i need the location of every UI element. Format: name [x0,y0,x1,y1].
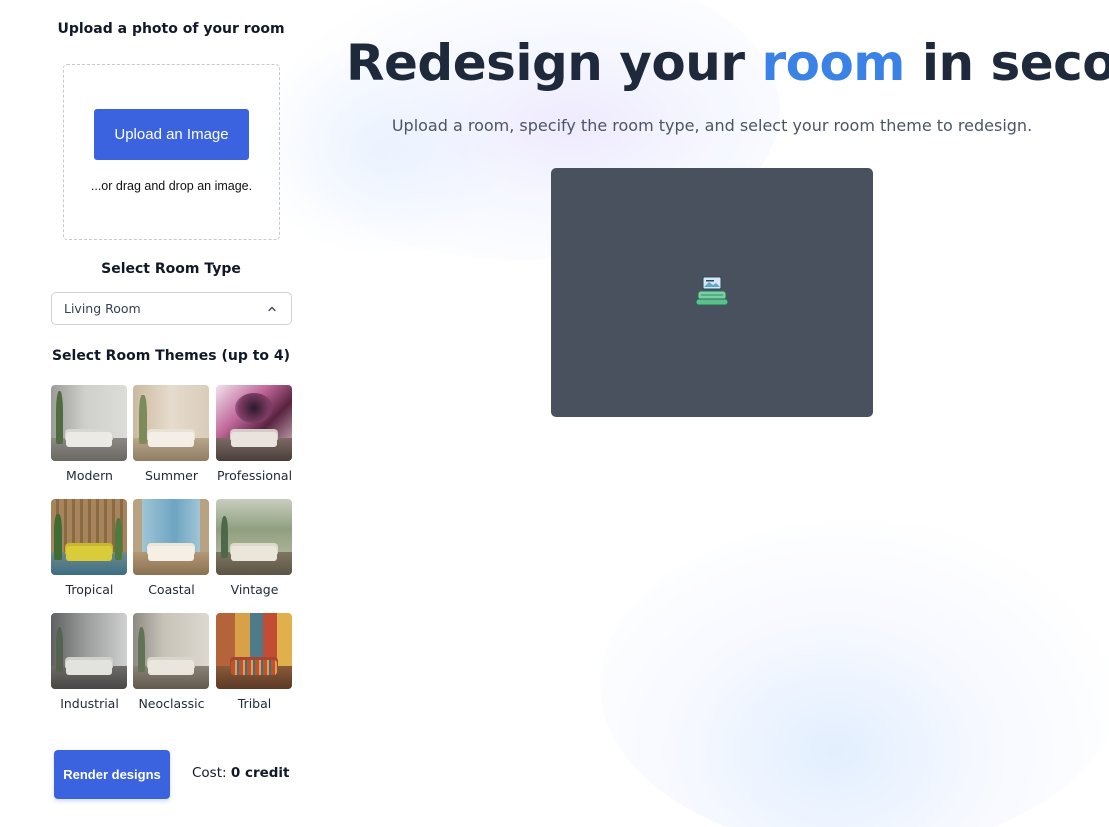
theme-tribal[interactable]: Tribal [216,613,293,713]
theme-industrial[interactable]: Industrial [51,613,128,713]
room-type-title: Select Room Type [101,261,241,277]
theme-coastal-image [133,499,209,575]
theme-modern[interactable]: Modern [51,385,128,485]
theme-vintage-image [216,499,292,575]
theme-tropical-image [51,499,127,575]
drag-drop-hint: ...or drag and drop an image. [90,179,253,193]
theme-modern-image [51,385,127,461]
image-dropzone[interactable]: Upload an Image ...or drag and drop an i… [63,64,280,240]
sidebar: Upload a photo of your room Upload an Im… [0,0,342,827]
theme-neoclassic[interactable]: Neoclassic [133,613,210,713]
image-placeholder-icon [695,276,729,306]
headline-part1: Redesign your [346,34,745,92]
chevron-up-icon [268,306,276,312]
theme-summer-image [133,385,209,461]
headline-part2: in seconds [921,34,1109,92]
page: Upload a photo of your room Upload an Im… [0,0,1109,827]
themes-title: Select Room Themes (up to 4) [51,348,291,364]
theme-professional[interactable]: Professional [216,385,293,485]
render-designs-button[interactable]: Render designs [54,750,170,799]
theme-label: Tribal [237,696,272,711]
cost-value: 0 credit [230,765,290,781]
image-preview [551,168,873,417]
cost-label: Cost: [192,765,227,781]
upload-image-button[interactable]: Upload an Image [94,109,249,160]
theme-tribal-image [216,613,292,689]
theme-label: Vintage [230,582,279,597]
theme-coastal[interactable]: Coastal [133,499,210,599]
page-title: Redesign your room in seconds [346,30,1109,96]
theme-professional-image [216,385,292,461]
themes-grid: Modern Summer Professional Tropical Coas… [51,385,293,715]
background-glow-bottom [600,520,1109,827]
theme-summer[interactable]: Summer [133,385,210,485]
theme-neoclassic-image [133,613,209,689]
page-subtitle: Upload a room, specify the room type, an… [391,116,1033,135]
headline-accent: room [761,34,905,92]
theme-label: Professional [216,468,293,483]
theme-tropical[interactable]: Tropical [51,499,128,599]
cost-display: Cost: 0 credit [192,765,290,781]
theme-vintage[interactable]: Vintage [216,499,293,599]
room-type-select[interactable]: Living Room [51,292,292,325]
upload-title: Upload a photo of your room [57,21,285,37]
room-type-value: Living Room [64,301,141,316]
theme-industrial-image [51,613,127,689]
